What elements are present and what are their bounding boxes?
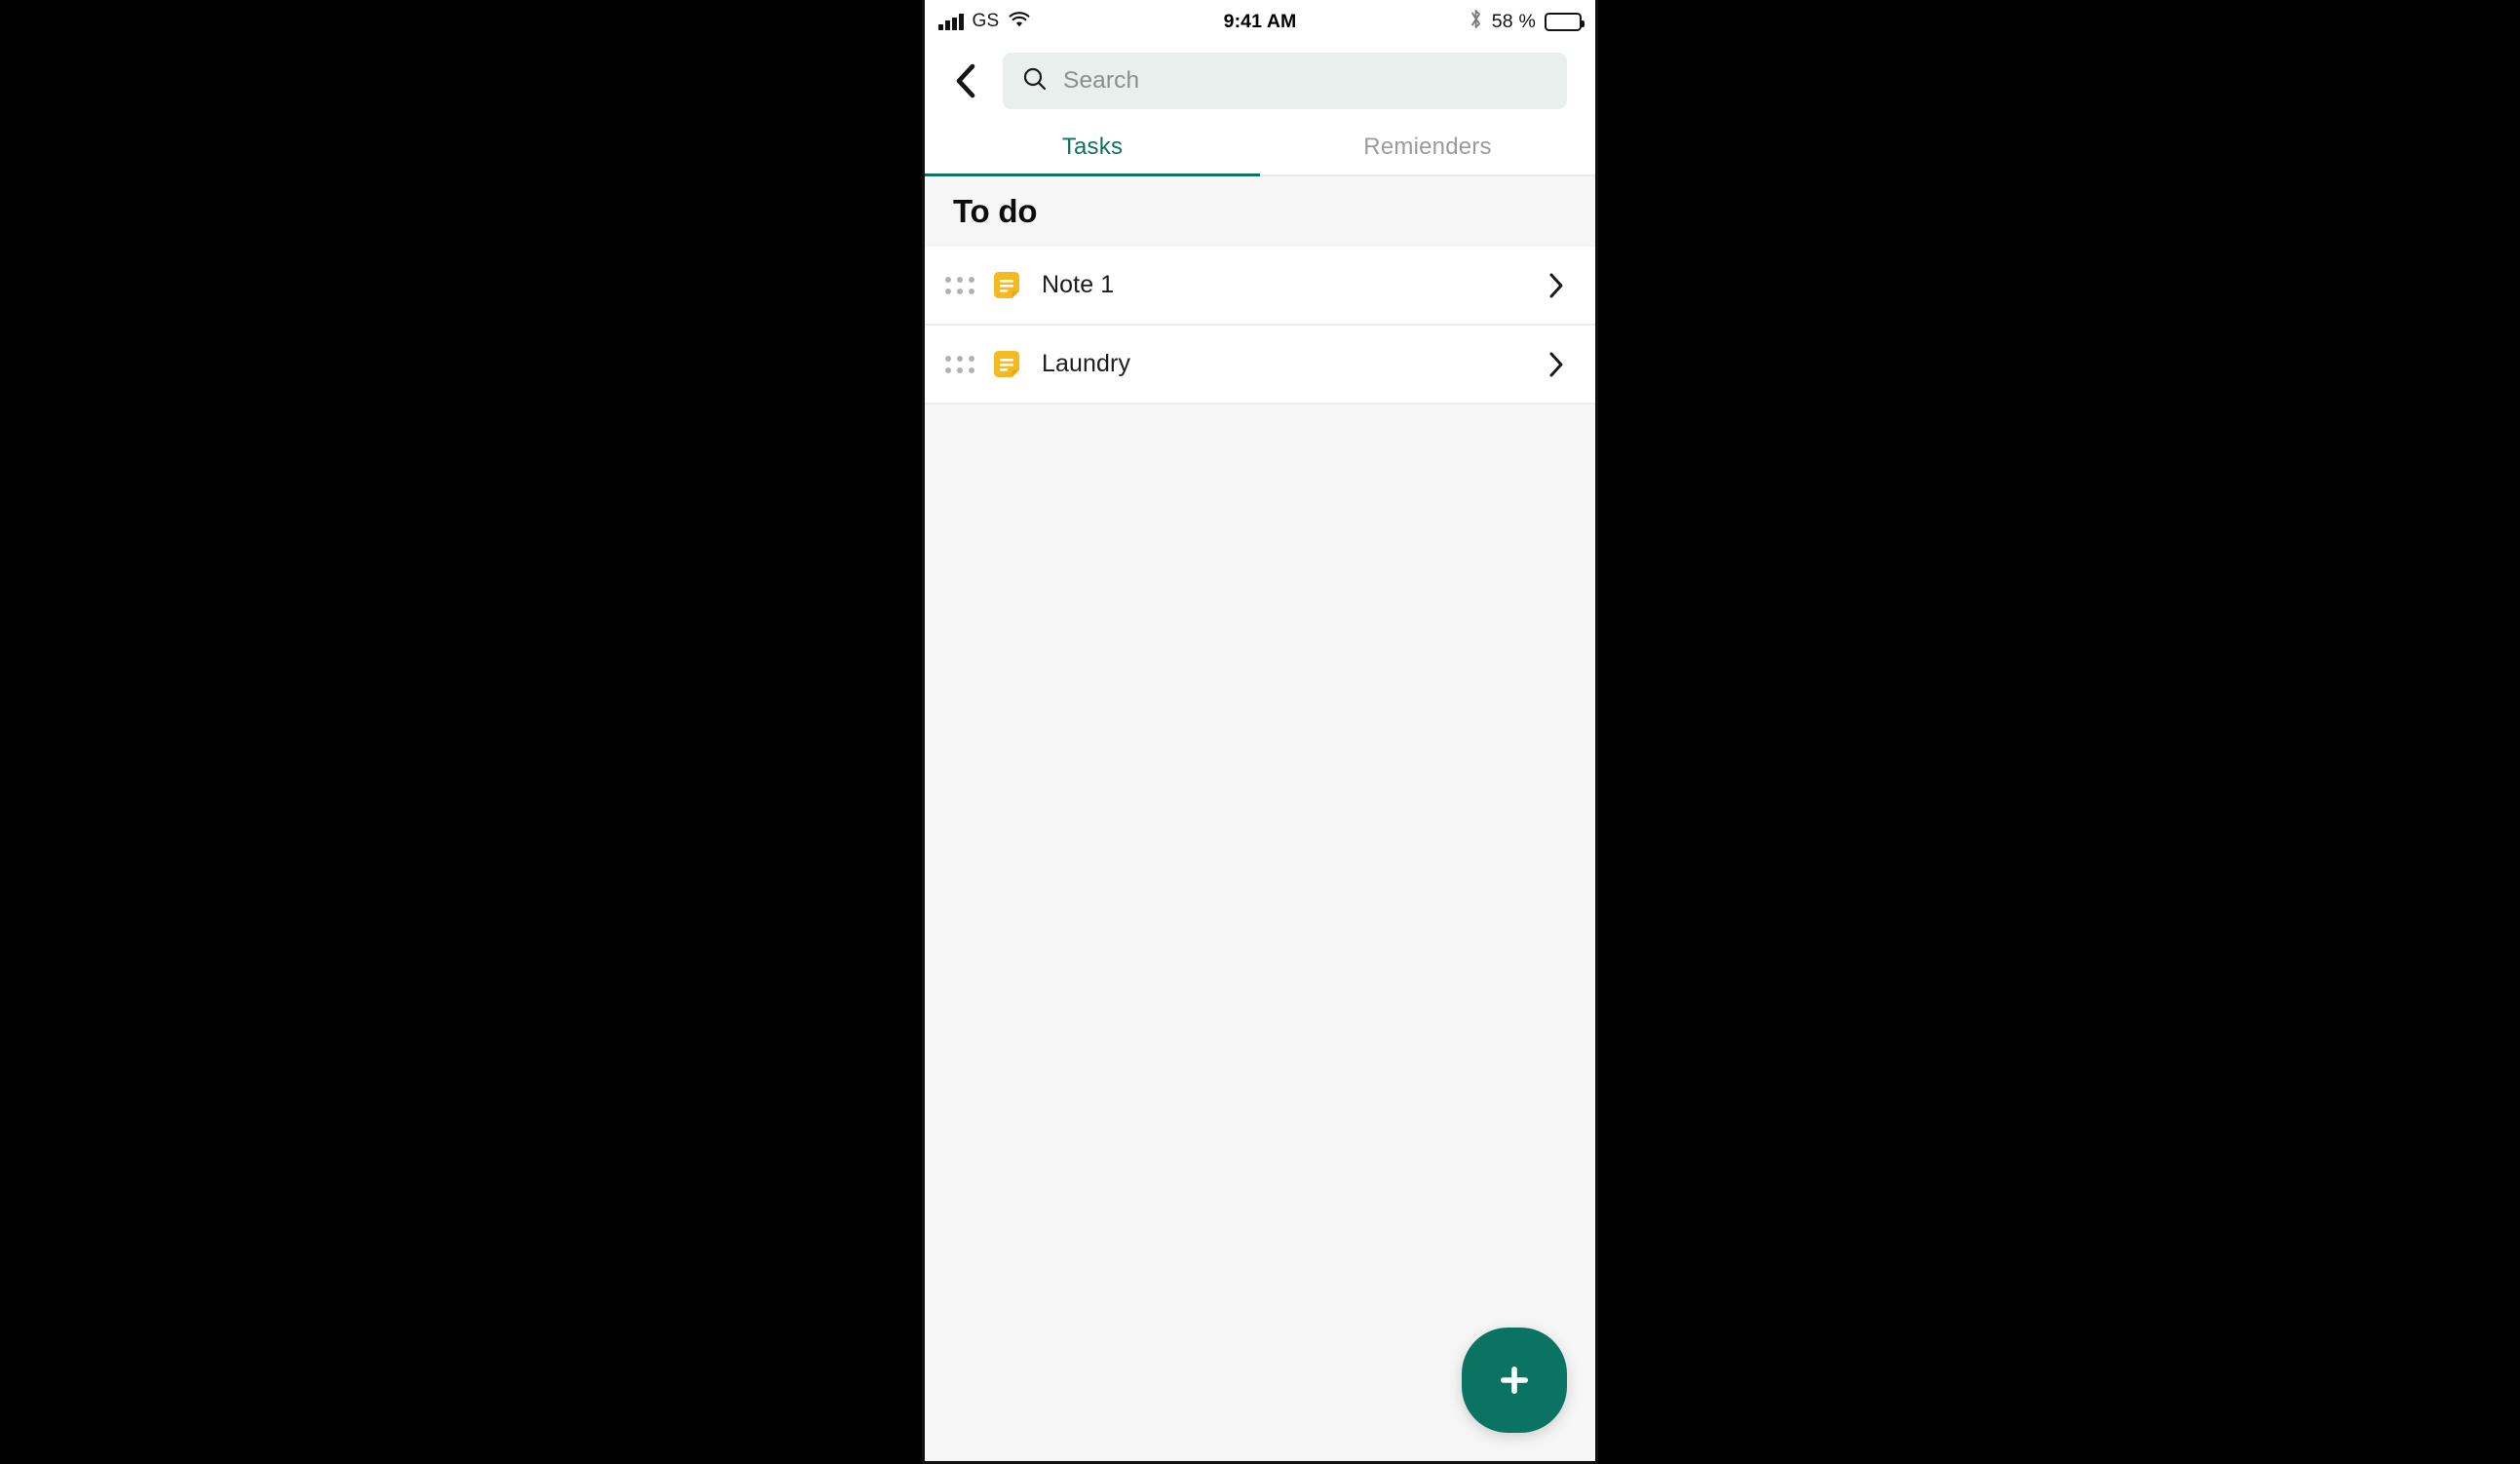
task-row[interactable]: Laundry <box>925 326 1595 405</box>
plus-icon <box>1501 1367 1528 1394</box>
note-icon <box>991 349 1022 380</box>
tab-bar: Tasks Remienders <box>925 119 1595 176</box>
content-area: To do Note 1 Laundry <box>925 176 1595 1461</box>
top-bar: Search <box>925 43 1595 119</box>
note-icon <box>991 270 1022 301</box>
tab-tasks[interactable]: Tasks <box>925 119 1260 176</box>
search-icon <box>1022 66 1048 96</box>
drag-handle-icon[interactable] <box>945 273 974 298</box>
battery-icon <box>1545 12 1585 31</box>
chevron-right-icon[interactable] <box>1546 271 1567 300</box>
chevron-left-icon <box>956 63 975 98</box>
bluetooth-icon <box>1469 8 1483 35</box>
status-bar-right: 58 % <box>1469 0 1585 43</box>
battery-percent-label: 58 % <box>1491 10 1536 32</box>
back-button[interactable] <box>942 58 989 104</box>
task-list: Note 1 Laundry <box>925 247 1595 405</box>
task-label: Laundry <box>1042 350 1131 377</box>
chevron-right-icon[interactable] <box>1546 350 1567 379</box>
task-label: Note 1 <box>1042 271 1115 298</box>
phone-frame: GS 9:41 AM 58 % Search Tasks Remienders … <box>922 0 1598 1464</box>
search-input[interactable]: Search <box>1003 53 1567 109</box>
task-row[interactable]: Note 1 <box>925 247 1595 326</box>
add-task-fab[interactable] <box>1462 1328 1567 1433</box>
status-bar: GS 9:41 AM 58 % <box>925 0 1595 43</box>
drag-handle-icon[interactable] <box>945 352 974 377</box>
section-title: To do <box>953 193 1038 229</box>
tab-remienders[interactable]: Remienders <box>1260 119 1595 174</box>
search-placeholder: Search <box>1063 67 1140 94</box>
